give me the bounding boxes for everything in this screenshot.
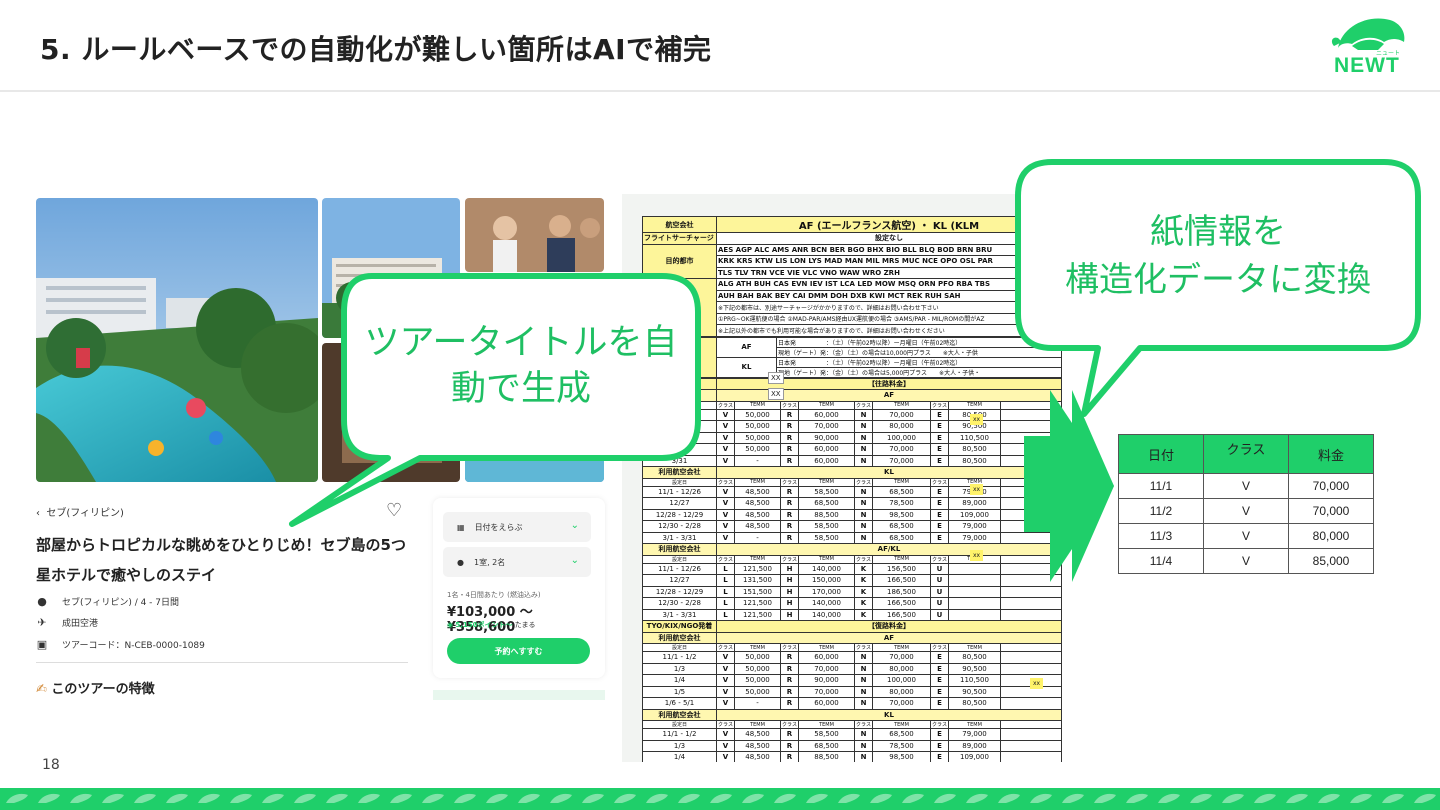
- turtle-pattern-icon: [614, 793, 636, 803]
- table-row: 11/3 V 80,000: [1118, 523, 1374, 549]
- cell-date: 11/3: [1118, 523, 1204, 549]
- turtle-pattern-icon: [870, 793, 892, 803]
- turtle-pattern-icon: [198, 793, 220, 803]
- turtle-pattern-icon: [102, 793, 124, 803]
- turtle-pattern-icon: [422, 793, 444, 803]
- turtle-pattern-icon: [390, 793, 412, 803]
- turtle-pattern-icon: [38, 793, 60, 803]
- turtle-pattern-icon: [1350, 793, 1372, 803]
- table-row: 11/4 V 85,000: [1118, 548, 1374, 574]
- turtle-pattern-icon: [1158, 793, 1180, 803]
- left-callout-line-2: 動で生成: [450, 369, 591, 409]
- cell-fare: 80,000: [1288, 523, 1374, 549]
- header-date: 日付: [1118, 434, 1204, 474]
- turtle-pattern-icon: [486, 793, 508, 803]
- turtle-pattern-icon: [742, 793, 764, 803]
- callout-layer: [289, 159, 1421, 582]
- turtle-pattern-icon: [326, 793, 348, 803]
- turtle-pattern-icon: [998, 793, 1020, 803]
- turtle-pattern-icon: [1030, 793, 1052, 803]
- turtle-pattern-icon: [1382, 793, 1404, 803]
- cell-date: 11/4: [1118, 548, 1204, 574]
- cell-class: V: [1203, 498, 1289, 524]
- turtle-pattern-icon: [1222, 793, 1244, 803]
- turtle-pattern-icon: [70, 793, 92, 803]
- header-fare: 料金: [1288, 434, 1374, 474]
- turtle-pattern-icon: [582, 793, 604, 803]
- right-callout-text: 紙情報を 構造化データに変換: [1024, 208, 1412, 304]
- cell-class: V: [1203, 473, 1289, 499]
- cell-class: V: [1203, 523, 1289, 549]
- right-callout-line-1: 紙情報を: [1150, 212, 1286, 252]
- turtle-pattern-icon: [838, 793, 860, 803]
- turtle-pattern-icon: [6, 793, 28, 803]
- turtle-pattern-icon: [550, 793, 572, 803]
- structured-table-header: 日付 クラス 料金: [1118, 434, 1374, 474]
- turtle-pattern-icon: [6, 793, 1436, 803]
- turtle-pattern-icon: [454, 793, 476, 803]
- turtle-pattern-icon: [678, 793, 700, 803]
- cell-date: 11/2: [1118, 498, 1204, 524]
- turtle-pattern-icon: [1126, 793, 1148, 803]
- turtle-pattern-icon: [806, 793, 828, 803]
- left-callout-text: ツアータイトルを自 動で生成: [350, 320, 692, 412]
- turtle-pattern-icon: [134, 793, 156, 803]
- turtle-pattern-icon: [934, 793, 956, 803]
- turtle-pattern-icon: [358, 793, 380, 803]
- table-row: 11/2 V 70,000: [1118, 498, 1374, 524]
- turtle-pattern-icon: [646, 793, 668, 803]
- turtle-pattern-icon: [710, 793, 732, 803]
- cell-class: V: [1203, 548, 1289, 574]
- table-row: 11/1 V 70,000: [1118, 473, 1374, 499]
- turtle-pattern-icon: [1190, 793, 1212, 803]
- structured-data-table: 日付 クラス 料金 11/1 V 70,000 11/2 V 70,000 11/3 V 8…: [1118, 434, 1374, 574]
- right-callout-line-2: 構造化データに変換: [1065, 260, 1371, 300]
- turtle-pattern-icon: [518, 793, 540, 803]
- cell-date: 11/1: [1118, 473, 1204, 499]
- turtle-pattern-icon: [1094, 793, 1116, 803]
- cell-fare: 85,000: [1288, 548, 1374, 574]
- turtle-pattern-icon: [1062, 793, 1084, 803]
- cell-fare: 70,000: [1288, 498, 1374, 524]
- left-callout-line-1: ツアータイトルを自: [364, 323, 678, 363]
- footer-band: [0, 788, 1440, 810]
- turtle-pattern-icon: [294, 793, 316, 803]
- turtle-pattern-icon: [902, 793, 924, 803]
- turtle-pattern-icon: [166, 793, 188, 803]
- turtle-pattern-icon: [262, 793, 284, 803]
- header-class: クラス: [1203, 434, 1289, 474]
- turtle-pattern-icon: [966, 793, 988, 803]
- cell-fare: 70,000: [1288, 473, 1374, 499]
- turtle-pattern-icon: [1318, 793, 1340, 803]
- turtle-pattern-icon: [1254, 793, 1276, 803]
- turtle-pattern-icon: [230, 793, 252, 803]
- turtle-pattern-icon: [774, 793, 796, 803]
- turtle-pattern-icon: [1286, 793, 1308, 803]
- page-number: 18: [42, 757, 60, 773]
- arrow-tail-left: [1024, 436, 1050, 532]
- turtle-pattern-icon: [1414, 793, 1436, 803]
